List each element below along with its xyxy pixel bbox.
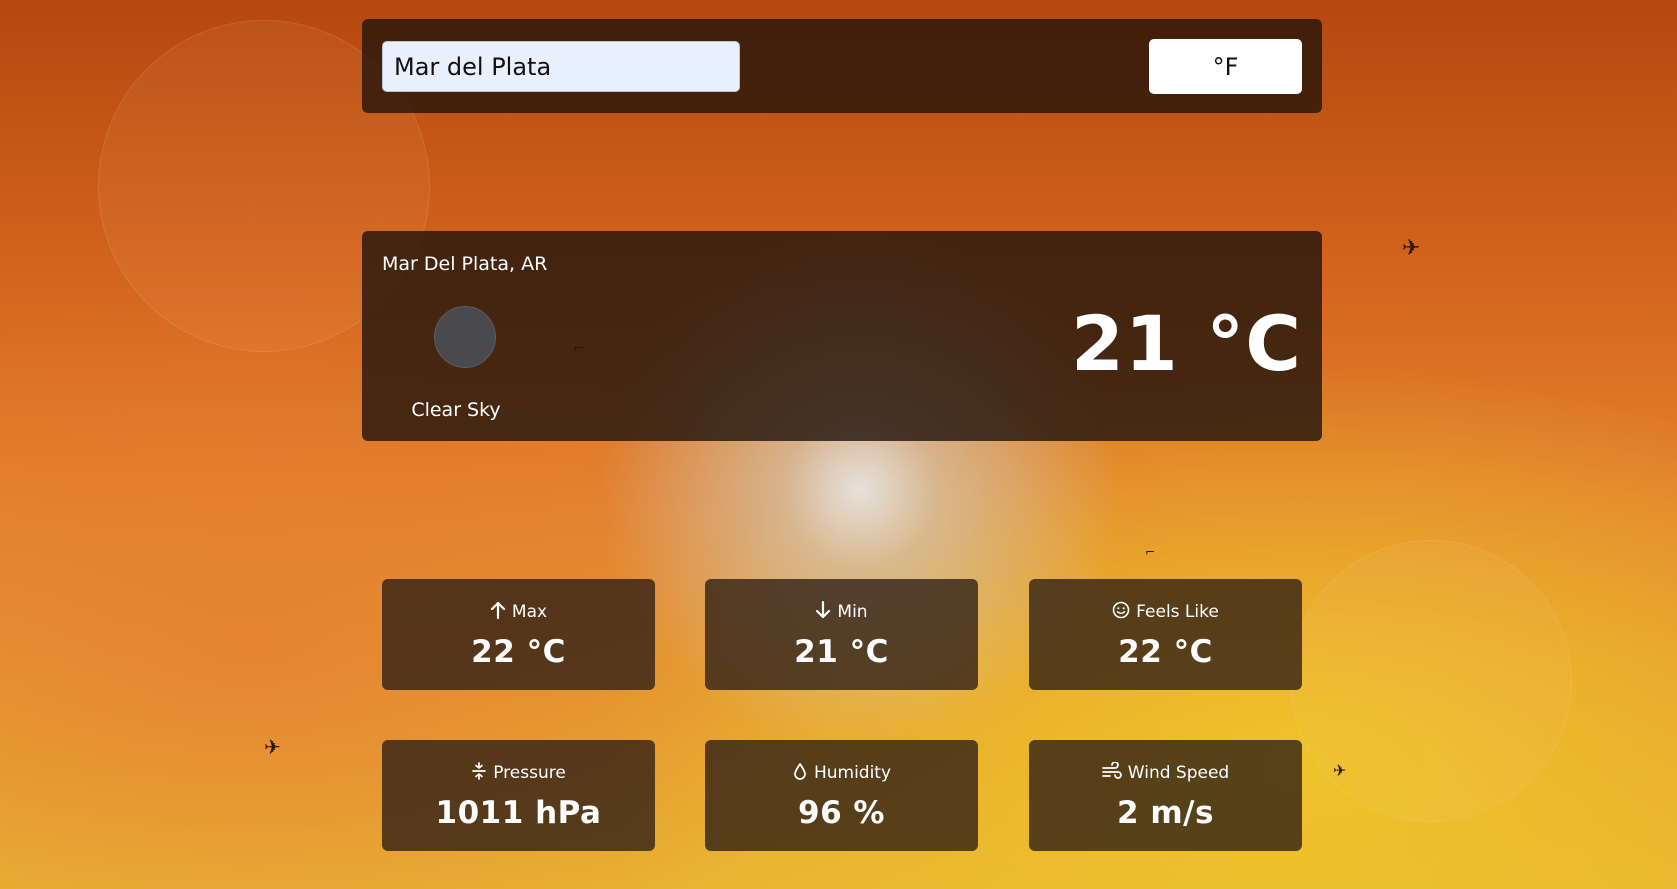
stat-label: Min — [837, 602, 868, 622]
bird-silhouette: ✈ — [1333, 761, 1347, 780]
stat-value: 21 °C — [794, 634, 889, 670]
stat-header: Humidity — [705, 762, 978, 784]
bird-silhouette: ⌐ — [1145, 545, 1156, 559]
stat-value: 22 °C — [471, 634, 566, 670]
stat-header: Max — [382, 601, 655, 623]
stat-label: Humidity — [813, 763, 892, 783]
stat-value: 96 % — [798, 795, 885, 831]
stat-header: Feels Like — [1029, 601, 1302, 623]
search-bar: °F — [362, 19, 1322, 113]
stat-card-min: Min 21 °C — [705, 579, 978, 690]
stat-value: 22 °C — [1118, 634, 1213, 670]
stat-header: Min — [705, 600, 978, 623]
pressure-icon — [471, 762, 487, 784]
stat-header: Pressure — [382, 762, 655, 784]
city-search-input[interactable] — [382, 41, 740, 92]
stat-label: Pressure — [493, 763, 566, 783]
stat-label: Feels Like — [1136, 602, 1219, 622]
location-label: Mar Del Plata, AR — [382, 253, 548, 275]
stat-label: Wind Speed — [1127, 763, 1230, 783]
bird-silhouette: ✈ — [1402, 236, 1421, 261]
current-weather-panel: Mar Del Plata, AR Clear Sky 21 °C — [362, 231, 1322, 441]
stat-value: 1011 hPa — [435, 795, 602, 831]
arrow-up-icon — [490, 601, 506, 623]
unit-toggle-button[interactable]: °F — [1149, 39, 1302, 94]
stat-card-wind-speed: Wind Speed 2 m/s — [1029, 740, 1302, 851]
smiley-icon — [1112, 601, 1130, 623]
stat-card-pressure: Pressure 1011 hPa — [382, 740, 655, 851]
weather-condition-icon — [434, 306, 496, 368]
stat-card-feels-like: Feels Like 22 °C — [1029, 579, 1302, 690]
wind-icon — [1101, 761, 1122, 784]
stat-card-humidity: Humidity 96 % — [705, 740, 978, 851]
stat-label: Max — [511, 602, 548, 622]
arrow-down-icon — [815, 600, 831, 623]
condition-label: Clear Sky — [411, 399, 501, 421]
stat-value: 2 m/s — [1117, 795, 1214, 831]
stat-card-max: Max 22 °C — [382, 579, 655, 690]
bird-silhouette: ✈ — [264, 735, 281, 759]
stat-header: Wind Speed — [1029, 761, 1302, 784]
droplet-icon — [792, 762, 808, 784]
current-temperature: 21 °C — [1071, 299, 1302, 388]
